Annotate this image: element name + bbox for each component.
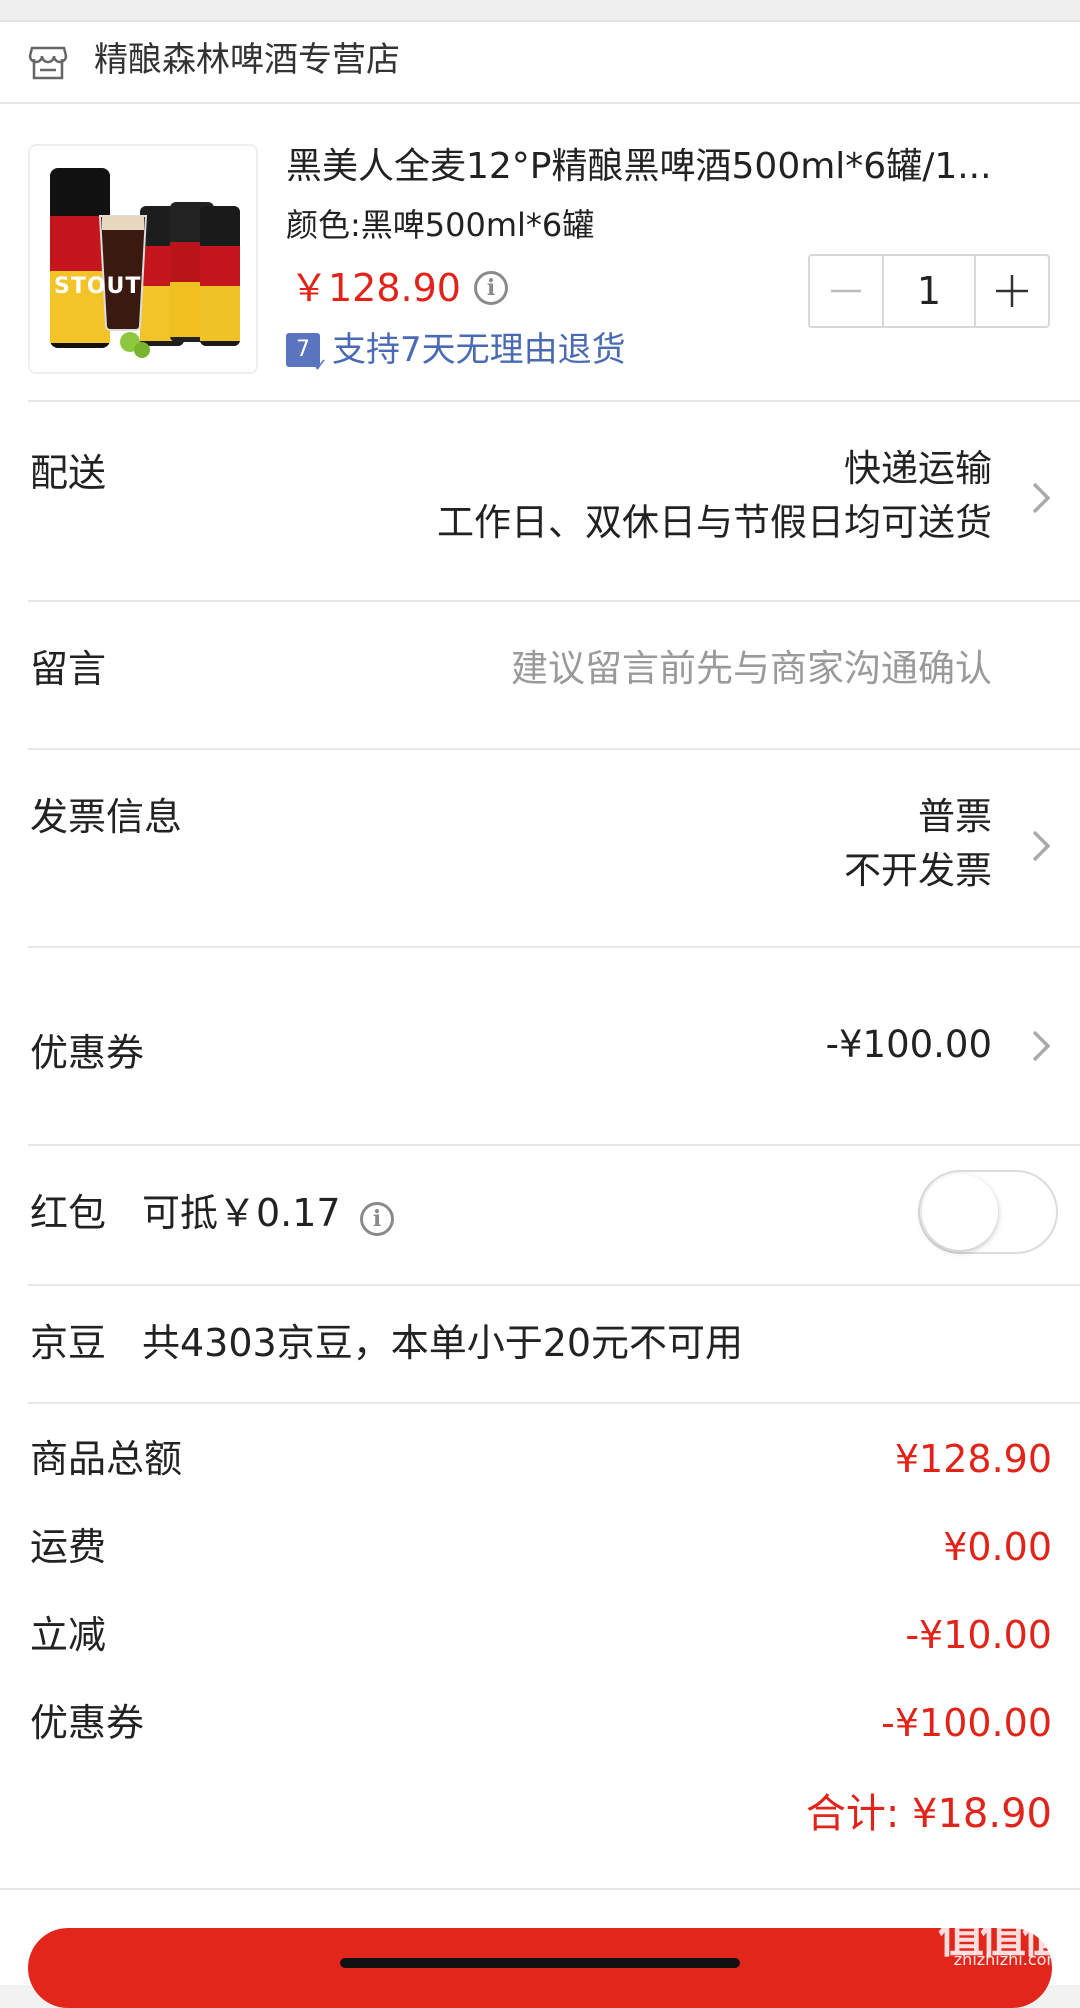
shipping-label: 运费	[30, 1525, 107, 1569]
chevron-right-icon	[1032, 482, 1051, 514]
minus-icon	[831, 289, 861, 293]
coupon-label: 优惠券	[30, 1031, 145, 1075]
chevron-right-icon	[1032, 1030, 1051, 1062]
product-price: ￥128.90	[290, 266, 461, 310]
return-policy: 7 支持7天无理由退货	[286, 326, 626, 375]
red-packet-label: 红包	[30, 1191, 107, 1235]
product-card: STOUT 黑美人全麦12°P精酿黑啤酒500ml*6罐/1... 颜色:黑啤5…	[28, 102, 1080, 402]
red-packet-deductible: 可抵￥0.17	[142, 1191, 341, 1235]
product-title[interactable]: 黑美人全麦12°P精酿黑啤酒500ml*6罐/1...	[286, 142, 1066, 192]
divider	[0, 1888, 1080, 1890]
submit-order-button[interactable]	[28, 1928, 1052, 2008]
invoice-row[interactable]: 发票信息 普票 不开发票	[28, 748, 1080, 948]
message-row[interactable]: 留言 建议留言前先与商家沟通确认	[28, 600, 1080, 750]
summary-coupon-label: 优惠券	[30, 1701, 145, 1745]
increase-quantity-button[interactable]	[976, 256, 1048, 326]
product-image-text: STOUT	[54, 274, 142, 299]
info-icon[interactable]: i	[360, 1202, 394, 1236]
seven-day-return-icon: 7	[286, 333, 328, 375]
summary-discount: 立减 -¥10.00	[28, 1596, 1052, 1676]
delivery-schedule: 工作日、双休日与节假日均可送货	[437, 501, 992, 544]
decrease-quantity-button[interactable]	[810, 256, 882, 326]
top-strip	[0, 0, 1080, 22]
order-confirm-page: 精酿森林啤酒专营店 STOUT 黑美人全麦12°P精酿黑啤酒500ml*6罐/1…	[0, 0, 1080, 2008]
discount-label: 立减	[30, 1613, 107, 1657]
red-packet-toggle[interactable]	[918, 1170, 1058, 1254]
jd-beans-label: 京豆	[30, 1321, 107, 1365]
chevron-right-icon	[1032, 830, 1051, 862]
shipping-value: ¥0.00	[943, 1525, 1052, 1569]
product-image[interactable]: STOUT	[28, 144, 258, 374]
beer-cans-image	[30, 146, 256, 372]
summary-shipping: 运费 ¥0.00	[28, 1508, 1052, 1588]
order-total: 合计: ¥18.90	[805, 1791, 1052, 1837]
watermark-url: zhizhizhi.com	[953, 1950, 1062, 1969]
return-policy-text: 支持7天无理由退货	[332, 330, 626, 370]
summary-coupon: 优惠券 -¥100.00	[28, 1684, 1052, 1764]
message-label: 留言	[30, 647, 107, 691]
shop-name: 精酿森林啤酒专营店	[94, 40, 400, 80]
coupon-value: -¥100.00	[825, 1023, 992, 1066]
quantity-stepper: 1	[808, 254, 1050, 328]
delivery-row[interactable]: 配送 快递运输 工作日、双休日与节假日均可送货	[28, 400, 1080, 602]
store-icon	[28, 46, 68, 80]
product-spec: 颜色:黑啤500ml*6罐	[286, 206, 595, 244]
invoice-type: 普票	[918, 795, 992, 838]
summary-items-total: 商品总额 ¥128.90	[28, 1420, 1052, 1500]
plus-icon	[996, 275, 1028, 307]
items-total-label: 商品总额	[30, 1437, 183, 1481]
jd-beans-row: 京豆 共4303京豆，本单小于20元不可用	[28, 1284, 1080, 1404]
red-packet-row: 红包 可抵￥0.17 i	[28, 1144, 1080, 1286]
invoice-label: 发票信息	[30, 795, 183, 839]
info-icon[interactable]: i	[474, 271, 508, 305]
quantity-value[interactable]: 1	[882, 256, 976, 326]
summary-coupon-value: -¥100.00	[881, 1701, 1052, 1745]
home-indicator[interactable]	[340, 1958, 740, 1968]
message-input[interactable]: 建议留言前先与商家沟通确认	[511, 642, 992, 696]
jd-beans-info: 共4303京豆，本单小于20元不可用	[142, 1321, 744, 1365]
invoice-status: 不开发票	[844, 849, 992, 892]
items-total-value: ¥128.90	[894, 1437, 1052, 1481]
coupon-row[interactable]: 优惠券 -¥100.00	[28, 946, 1080, 1146]
delivery-label: 配送	[30, 451, 107, 495]
discount-value: -¥10.00	[905, 1613, 1052, 1657]
delivery-method: 快递运输	[844, 447, 992, 490]
toggle-knob	[922, 1174, 998, 1250]
shop-header[interactable]: 精酿森林啤酒专营店	[0, 22, 1080, 104]
